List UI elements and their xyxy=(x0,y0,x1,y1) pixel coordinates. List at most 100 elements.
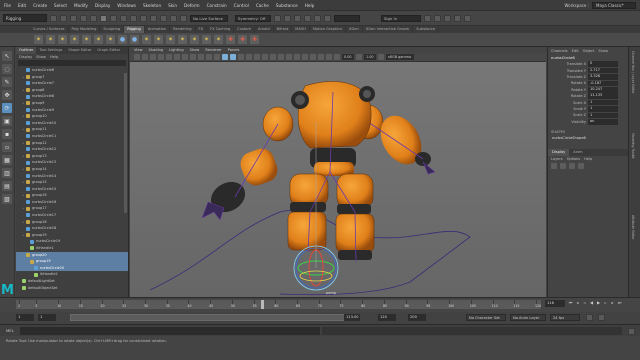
resolution-gate-icon[interactable] xyxy=(182,54,188,60)
shelf-tab-poly-modeling[interactable]: Poly Modeling xyxy=(69,26,101,33)
xray-joints-icon[interactable] xyxy=(262,54,268,60)
layer-tab-anim[interactable]: Anim xyxy=(569,149,586,156)
bookmark-icon[interactable] xyxy=(150,54,156,60)
channel-name[interactable]: Scale X xyxy=(548,101,588,105)
outliner-item[interactable]: + group9 xyxy=(16,100,128,107)
shelf-tab-xgen-interactive-groom[interactable]: XGen Interactive Groom xyxy=(363,26,414,33)
snap-curve-icon[interactable] xyxy=(150,14,157,22)
menu-edit[interactable]: Edit xyxy=(18,3,26,8)
four-pane-icon[interactable]: ▦ xyxy=(2,155,12,165)
field-chart-icon[interactable] xyxy=(198,54,204,60)
anim-layer-dropdown[interactable]: No Anim Layer xyxy=(510,314,546,321)
outliner-item[interactable]: + group18 xyxy=(16,219,128,226)
grid-icon[interactable] xyxy=(166,54,172,60)
range-bar[interactable] xyxy=(70,314,360,321)
shelf-tab-bifrost[interactable]: Bifrost xyxy=(274,26,293,33)
shelf-tab-curves-surfaces[interactable]: Curves / Surfaces xyxy=(30,26,69,33)
last-tool-icon[interactable]: ▪ xyxy=(2,129,12,139)
input-line-field[interactable] xyxy=(334,14,360,22)
animation-end-field[interactable]: 120 xyxy=(378,314,396,321)
side-tab[interactable]: Attribute Editor xyxy=(631,215,635,240)
playback-end-field[interactable]: 113.00 xyxy=(344,314,360,321)
outliner-item[interactable]: + group13 xyxy=(16,153,128,160)
side-tab[interactable]: Channel Box / Layer Editor xyxy=(631,51,635,93)
outliner-item[interactable]: defaultObjectSet xyxy=(16,285,128,292)
ipr-render-icon[interactable] xyxy=(294,14,301,22)
menu-constrain[interactable]: Constrain xyxy=(207,3,227,8)
depth-of-field-icon[interactable] xyxy=(318,54,324,60)
outliner-item[interactable]: + group10 xyxy=(16,113,128,120)
channel-name[interactable]: Rotate Y xyxy=(548,88,588,92)
wireframe-icon[interactable] xyxy=(222,54,228,60)
near-clip-field[interactable]: 0.00 xyxy=(342,54,354,60)
redo-icon[interactable] xyxy=(90,14,97,22)
channel-box-menu-channels[interactable]: Channels xyxy=(551,47,568,55)
shelf-tab-arnold[interactable]: Arnold xyxy=(255,26,274,33)
mask-icon[interactable] xyxy=(130,14,137,22)
anti-aliasing-icon[interactable] xyxy=(310,54,316,60)
menu-display[interactable]: Display xyxy=(95,3,110,8)
channel-box-menu-show[interactable]: Show xyxy=(598,47,608,55)
isolate-select-icon[interactable] xyxy=(326,54,332,60)
outliner-item[interactable]: + group19 xyxy=(16,232,128,239)
motion-blur-icon[interactable] xyxy=(302,54,308,60)
snap-view-icon[interactable] xyxy=(170,14,177,22)
channel-value-field[interactable]: 1 xyxy=(588,106,618,112)
new-scene-icon[interactable] xyxy=(50,14,57,22)
shelf-tab-xgen[interactable]: XGen xyxy=(346,26,363,33)
snap-surface-icon[interactable] xyxy=(180,14,187,22)
outliner-item[interactable]: nurbsCircle7 xyxy=(16,80,128,87)
sign-in-button[interactable]: Sign In xyxy=(381,14,421,22)
shelf-tab-animation[interactable]: Animation xyxy=(145,26,171,33)
render-frame-icon[interactable] xyxy=(284,14,291,22)
outliner-menu-display[interactable]: Display xyxy=(19,54,32,60)
outliner-item[interactable]: + group8 xyxy=(16,87,128,94)
layer-tab-display[interactable]: Display xyxy=(548,149,570,156)
wireframe-on-shaded-icon[interactable] xyxy=(246,54,252,60)
anim-prefs-icon[interactable] xyxy=(598,314,605,321)
max-time-field[interactable]: 200 xyxy=(408,314,426,321)
outliner-item[interactable]: nurbsCircle16 xyxy=(16,199,128,206)
channel-value-field[interactable]: 11.133 xyxy=(588,93,618,99)
outliner-scrollbar[interactable] xyxy=(124,73,127,213)
menu-windows[interactable]: Windows xyxy=(117,3,136,8)
go-to-end-icon[interactable]: ⏭ xyxy=(617,300,622,306)
shelf-tab-mash[interactable]: MASH xyxy=(292,26,310,33)
outliner-item[interactable]: nurbsCircle13 xyxy=(16,159,128,166)
menu-help[interactable]: Help xyxy=(305,3,315,8)
select-hierarchy-icon[interactable] xyxy=(100,14,107,22)
channel-value-field[interactable]: on xyxy=(588,118,618,125)
cross-locator-icon[interactable]: ✚ xyxy=(238,35,247,44)
menu-set-dropdown[interactable]: Rigging xyxy=(3,14,47,22)
outliner-item[interactable]: nurbsCircle15 xyxy=(16,186,128,193)
point-constraint-icon[interactable]: ✶ xyxy=(154,35,163,44)
outliner-item[interactable]: nurbsCircle8 xyxy=(16,93,128,100)
step-back-icon[interactable]: ◃ xyxy=(582,300,587,306)
menu-substance[interactable]: Substance xyxy=(276,3,298,8)
use-all-lights-icon[interactable] xyxy=(278,54,284,60)
menu-cache[interactable]: Cache xyxy=(256,3,269,8)
ambient-occlusion-icon[interactable] xyxy=(294,54,300,60)
hypershade-icon[interactable] xyxy=(314,14,321,22)
image-plane-icon[interactable] xyxy=(158,54,164,60)
scale-constraint-icon[interactable]: ✶ xyxy=(202,35,211,44)
outliner-item[interactable]: nurbsCircle19 xyxy=(16,238,128,245)
outliner-item[interactable]: + group17 xyxy=(16,205,128,212)
workspace-selector[interactable]: Workspace : Maya Classic* xyxy=(565,2,636,9)
channel-value-field[interactable]: 10.247 xyxy=(588,86,618,93)
channel-row[interactable]: Visibility on xyxy=(548,118,627,125)
undo-icon[interactable] xyxy=(80,14,87,22)
current-frame-field[interactable]: 116 xyxy=(545,300,565,307)
select-component-icon[interactable] xyxy=(120,14,127,22)
aim-constraint-icon[interactable]: ✶ xyxy=(166,35,175,44)
outliner-item[interactable]: + group7 xyxy=(16,74,128,81)
channel-name[interactable]: Visibility xyxy=(548,120,588,124)
home-icon[interactable] xyxy=(424,14,431,22)
shelf-tab-sculpting[interactable]: Sculpting xyxy=(100,26,125,33)
color-space-dropdown[interactable]: sRGB gamma xyxy=(386,54,414,60)
menu-modify[interactable]: Modify xyxy=(74,3,88,8)
ik-spline-icon[interactable]: ✶ xyxy=(58,35,67,44)
outliner-item[interactable]: + group15 xyxy=(16,179,128,186)
modeling-toolkit-icon[interactable] xyxy=(434,14,441,22)
outliner-item[interactable]: nurbsCircle9 xyxy=(16,107,128,114)
